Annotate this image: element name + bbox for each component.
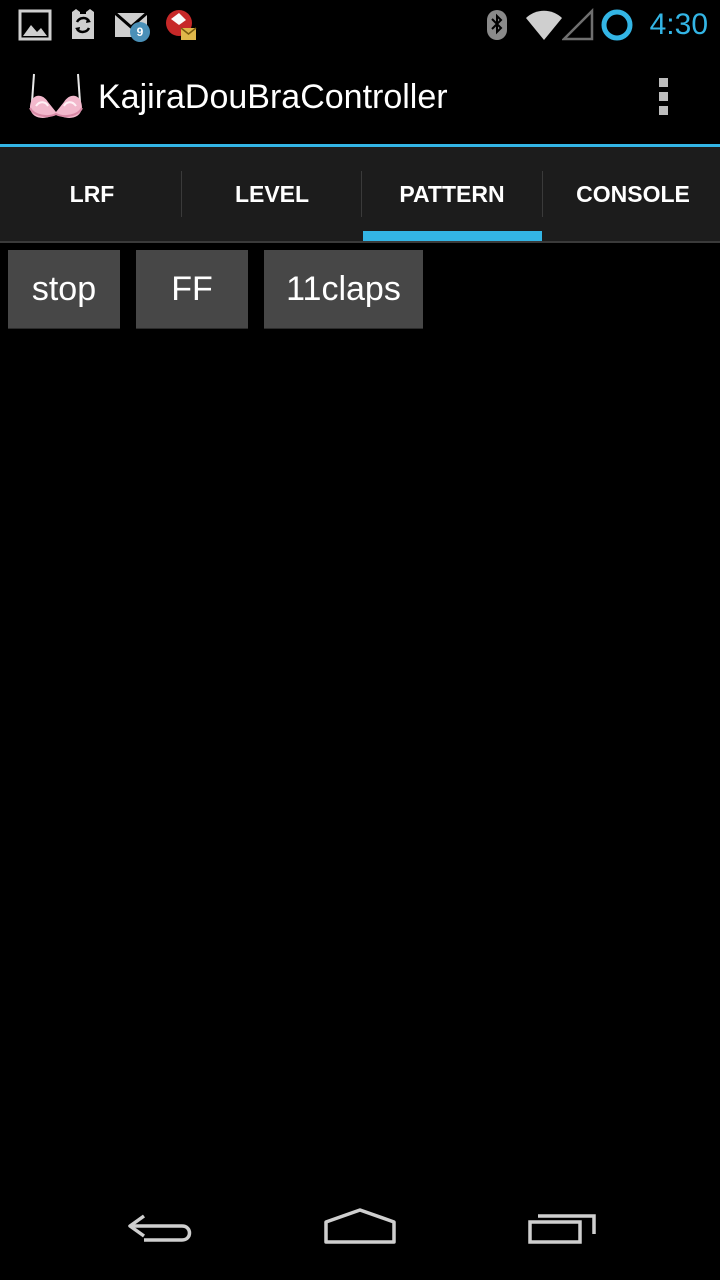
cell-signal-icon bbox=[562, 8, 594, 41]
bra-icon[interactable] bbox=[26, 68, 86, 128]
sync-icon bbox=[72, 9, 94, 39]
bluetooth-icon bbox=[487, 10, 507, 40]
tab-bar: LRF LEVEL PATTERN CONSOLE bbox=[0, 147, 720, 241]
action-bar: KajiraDouBraController bbox=[0, 50, 720, 144]
stop-button[interactable]: stop bbox=[8, 250, 120, 329]
11claps-button[interactable]: 11claps bbox=[264, 250, 423, 329]
back-icon[interactable] bbox=[116, 1206, 206, 1256]
sync-circle-icon bbox=[601, 9, 633, 41]
gmail-icon: 9 bbox=[114, 8, 154, 44]
status-bar: 9 4:30 bbox=[0, 0, 720, 50]
recent-apps-icon[interactable] bbox=[516, 1206, 606, 1256]
app-title: KajiraDouBraController bbox=[98, 78, 448, 116]
wifi-icon bbox=[526, 10, 562, 40]
tab-selected-indicator bbox=[363, 231, 542, 241]
status-time: 4:30 bbox=[649, 8, 708, 41]
tab-lrf[interactable]: LRF bbox=[2, 147, 182, 241]
navigation-bar bbox=[0, 1184, 720, 1280]
gallery-icon bbox=[18, 9, 52, 41]
tab-bar-bottom-line bbox=[0, 241, 720, 243]
gmail-badge: 9 bbox=[130, 22, 150, 42]
tab-pattern[interactable]: PATTERN bbox=[362, 147, 542, 241]
home-icon[interactable] bbox=[315, 1206, 405, 1256]
update-icon bbox=[166, 10, 197, 40]
tab-level[interactable]: LEVEL bbox=[182, 147, 362, 241]
ff-button[interactable]: FF bbox=[136, 250, 248, 329]
tab-console[interactable]: CONSOLE bbox=[543, 147, 720, 241]
overflow-menu-icon[interactable] bbox=[640, 72, 688, 122]
